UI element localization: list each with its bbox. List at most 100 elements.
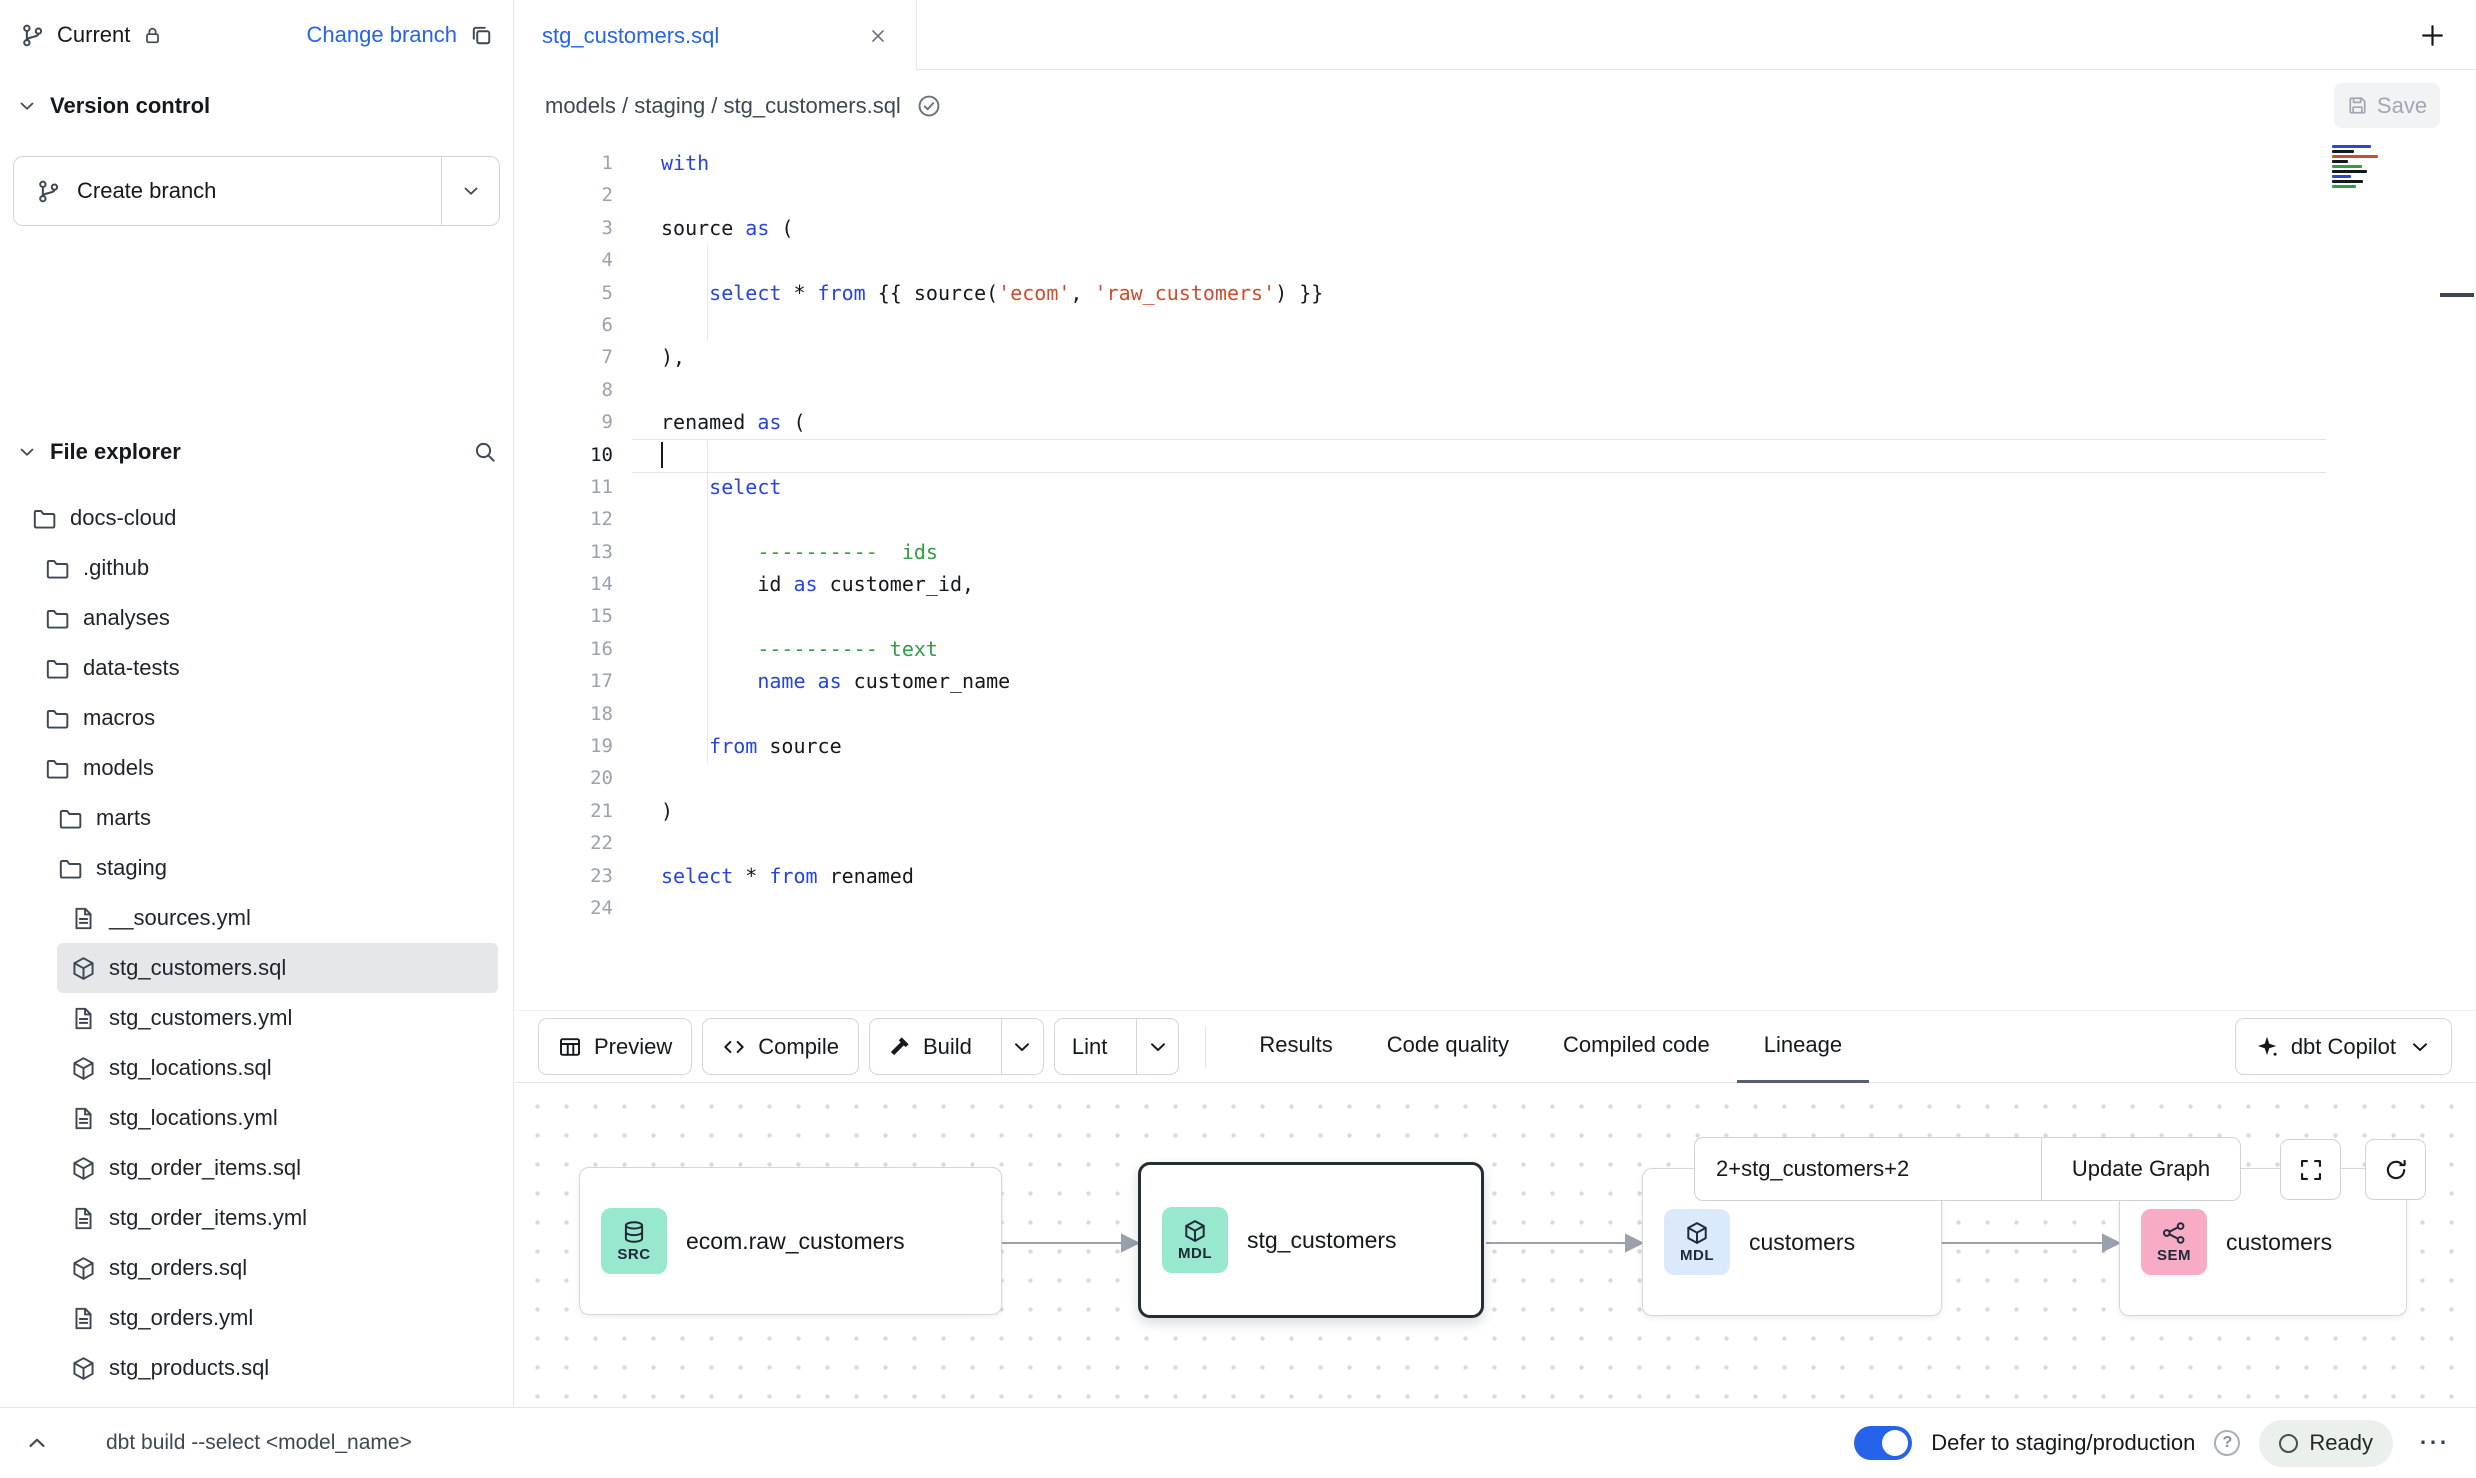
tree-item-label: stg_order_items.yml [109,1205,307,1231]
node-label: customers [1749,1229,1855,1256]
folder-icon [32,506,57,531]
minimap-line [2332,160,2348,163]
tree-item-label: .github [83,555,149,581]
tree-item-label: models [83,755,154,781]
preview-button[interactable]: Preview [538,1018,692,1075]
tab-compiled-code[interactable]: Compiled code [1536,1010,1737,1083]
tree-item-stg_products.sql[interactable]: stg_products.sql [0,1343,512,1393]
chevron-down-icon [16,441,38,463]
node-label: customers [2226,1229,2332,1256]
tree-item-macros[interactable]: macros [0,693,512,743]
model-icon [71,1256,96,1281]
lineage-controls: Update Graph [1694,1137,2241,1201]
folder-icon [45,556,70,581]
lint-button[interactable]: Lint [1055,1019,1124,1074]
branch-header: Current Change branch [0,0,513,70]
tab-lineage[interactable]: Lineage [1737,1010,1869,1083]
code-editor[interactable]: 123456789101112131415161718192021222324 … [514,141,2476,1010]
fullscreen-button[interactable] [2280,1139,2341,1200]
tree-item-label: data-tests [83,655,180,681]
editor-minimap[interactable] [2332,145,2386,197]
minimap-line [2332,165,2362,168]
tab-stg-customers-sql[interactable]: stg_customers.sql [514,0,917,71]
model-icon [71,956,96,981]
minimap-line [2332,145,2371,148]
current-branch-label: Current [57,22,130,48]
tab-code-quality[interactable]: Code quality [1360,1010,1536,1083]
build-button[interactable]: Build [870,1019,989,1074]
defer-toggle[interactable] [1854,1426,1912,1460]
hammer-icon [887,1035,911,1059]
save-button[interactable]: Save [2334,83,2440,128]
dbt-copilot-button[interactable]: dbt Copilot [2235,1018,2452,1075]
model-icon [71,1156,96,1181]
version-control-section-header[interactable]: Version control [16,84,497,128]
tree-item-stg_orders.yml[interactable]: stg_orders.yml [0,1293,512,1343]
tree-item-.github[interactable]: .github [0,543,512,593]
refresh-button[interactable] [2365,1139,2426,1200]
ide-status-badge[interactable]: Ready [2259,1420,2393,1467]
chevron-down-icon [16,95,38,117]
tree-item-stg_locations.yml[interactable]: stg_locations.yml [0,1093,512,1143]
text-cursor [661,442,663,468]
tree-item-stg_customers.yml[interactable]: stg_customers.yml [0,993,512,1043]
source-node-icon: SRC [601,1208,667,1274]
scrollbar-thumb[interactable] [2440,293,2474,297]
chevron-up-icon[interactable] [24,1430,50,1456]
copy-icon[interactable] [469,23,493,47]
tree-item-label: stg_products.sql [109,1355,269,1381]
new-tab-button[interactable] [2419,22,2446,49]
tree-item-data-tests[interactable]: data-tests [0,643,512,693]
lineage-panel[interactable]: SRC ecom.raw_customers MDL stg_customers… [514,1083,2476,1407]
model-icon [1685,1221,1709,1245]
search-icon[interactable] [473,440,497,464]
update-graph-button[interactable]: Update Graph [2041,1137,2241,1201]
node-label: stg_customers [1247,1227,1397,1254]
create-branch-dropdown-button[interactable] [441,157,499,225]
lineage-selector-input[interactable] [1694,1137,2041,1201]
tree-item-stg_locations.sql[interactable]: stg_locations.sql [0,1043,512,1093]
node-badge: MDL [1680,1247,1714,1264]
create-branch-button[interactable]: Create branch [13,156,500,226]
status-ring-icon [2279,1434,2298,1453]
editor-tabstrip: stg_customers.sql [514,0,2476,70]
tree-item-stg_order_items.yml[interactable]: stg_order_items.yml [0,1193,512,1243]
tree-item-label: stg_customers.sql [109,955,286,981]
model-node-icon: MDL [1664,1209,1730,1275]
compile-button[interactable]: Compile [702,1018,859,1075]
change-branch-link[interactable]: Change branch [307,22,457,48]
tree-item-label: marts [96,805,151,831]
editor-code[interactable]: withsource as ( select * from {{ source(… [661,147,2316,924]
semantic-node-icon: SEM [2141,1209,2207,1275]
file-icon [71,1006,96,1031]
file-icon [71,1206,96,1231]
tree-item-analyses[interactable]: analyses [0,593,512,643]
tree-item-__sources.yml[interactable]: __sources.yml [0,893,512,943]
help-icon[interactable]: ? [2214,1430,2240,1456]
tree-item-models[interactable]: models [0,743,512,793]
defer-label: Defer to staging/production [1931,1430,2195,1456]
sidebar: Current Change branch Version control Cr… [0,0,514,1407]
close-icon[interactable] [868,26,888,46]
file-explorer-section-header[interactable]: File explorer [16,430,497,474]
create-branch-label: Create branch [77,178,216,204]
tree-item-stg_orders.sql[interactable]: stg_orders.sql [0,1243,512,1293]
build-dropdown-button[interactable] [1001,1019,1043,1074]
ready-label: Ready [2309,1430,2373,1456]
lineage-node-stg-customers[interactable]: MDL stg_customers [1138,1162,1484,1318]
tab-results[interactable]: Results [1232,1010,1359,1083]
node-label: ecom.raw_customers [686,1228,905,1255]
tree-item-staging[interactable]: staging [0,843,512,893]
tree-item-stg_order_items.sql[interactable]: stg_order_items.sql [0,1143,512,1193]
folder-icon [45,656,70,681]
file-tree: docs-cloud .github analyses data-tests macro… [0,488,512,1407]
lint-dropdown-button[interactable] [1136,1019,1178,1074]
minimap-line [2332,185,2356,188]
tree-item-stg_customers.sql[interactable]: stg_customers.sql [57,943,498,993]
tree-item-label: staging [96,855,167,881]
lineage-node-source[interactable]: SRC ecom.raw_customers [579,1167,1002,1315]
tree-item-docs-cloud[interactable]: docs-cloud [0,493,512,543]
tree-item-label: stg_orders.yml [109,1305,253,1331]
more-options-button[interactable]: ⋯ [2412,1428,2457,1458]
tree-item-marts[interactable]: marts [0,793,512,843]
